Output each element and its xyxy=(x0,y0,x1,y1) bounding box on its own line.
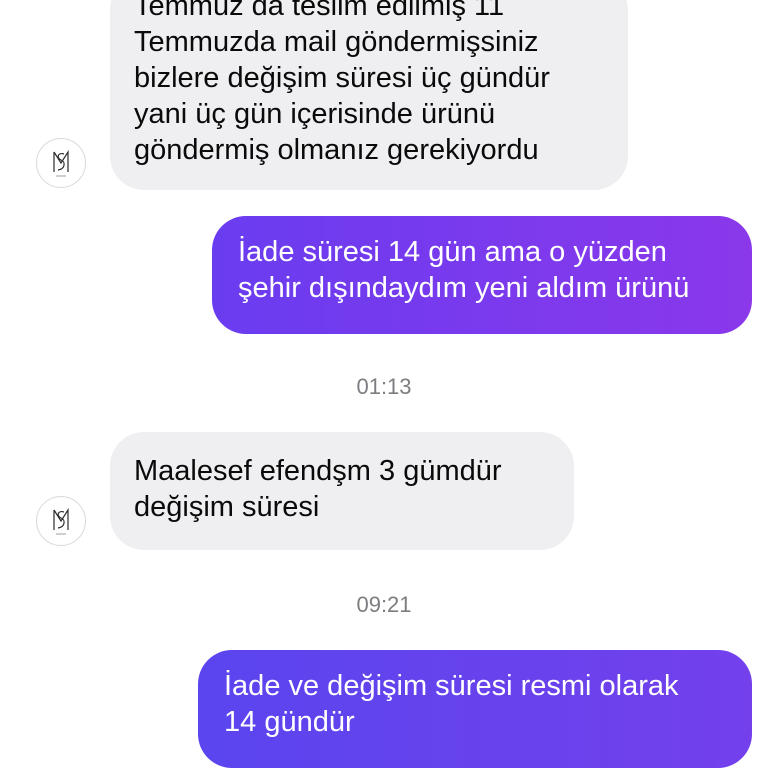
message-text-line: bizlere değişim süresi üç gündür xyxy=(134,62,550,94)
sender-avatar-icon[interactable] xyxy=(36,138,86,188)
message-text-line: 14 gündür xyxy=(224,706,355,738)
message-bubble-incoming[interactable]: Temmuz da teslim edilmiş 11 Temmuzda mai… xyxy=(110,0,628,190)
message-text-line: şehir dışındaydım yeni aldım ürünü xyxy=(238,272,690,304)
message-text-line: Maalesef efendşm 3 gümdür xyxy=(134,455,502,487)
message-text-line: Temmuz da teslim edilmiş 11 xyxy=(134,0,505,22)
message-text-line: değişim süresi xyxy=(134,491,320,523)
message-timestamp: 01:13 xyxy=(356,374,412,399)
message-bubble-incoming[interactable]: Maalesef efendşm 3 gümdür değişim süresi xyxy=(110,432,574,550)
message-text-line: yani üç gün içerisinde ürünü xyxy=(134,98,496,130)
message-text-line: İade süresi 14 gün ama o yüzden xyxy=(238,236,667,268)
message-timestamp: 09:21 xyxy=(356,592,412,617)
message-text-line: göndermiş olmanız gerekiyordu xyxy=(134,134,539,166)
message-bubble-outgoing[interactable]: İade ve değişim süresi resmi olarak 14 g… xyxy=(198,650,752,768)
message-text-line: Temmuzda mail göndermişsiniz xyxy=(134,26,539,58)
message-thread: Temmuz da teslim edilmiş 11 Temmuzda mai… xyxy=(0,0,768,768)
message-text-line: İade ve değişim süresi resmi olarak xyxy=(224,670,679,702)
sender-avatar-icon[interactable] xyxy=(36,496,86,546)
message-bubble-outgoing[interactable]: İade süresi 14 gün ama o yüzden şehir dı… xyxy=(212,216,752,334)
